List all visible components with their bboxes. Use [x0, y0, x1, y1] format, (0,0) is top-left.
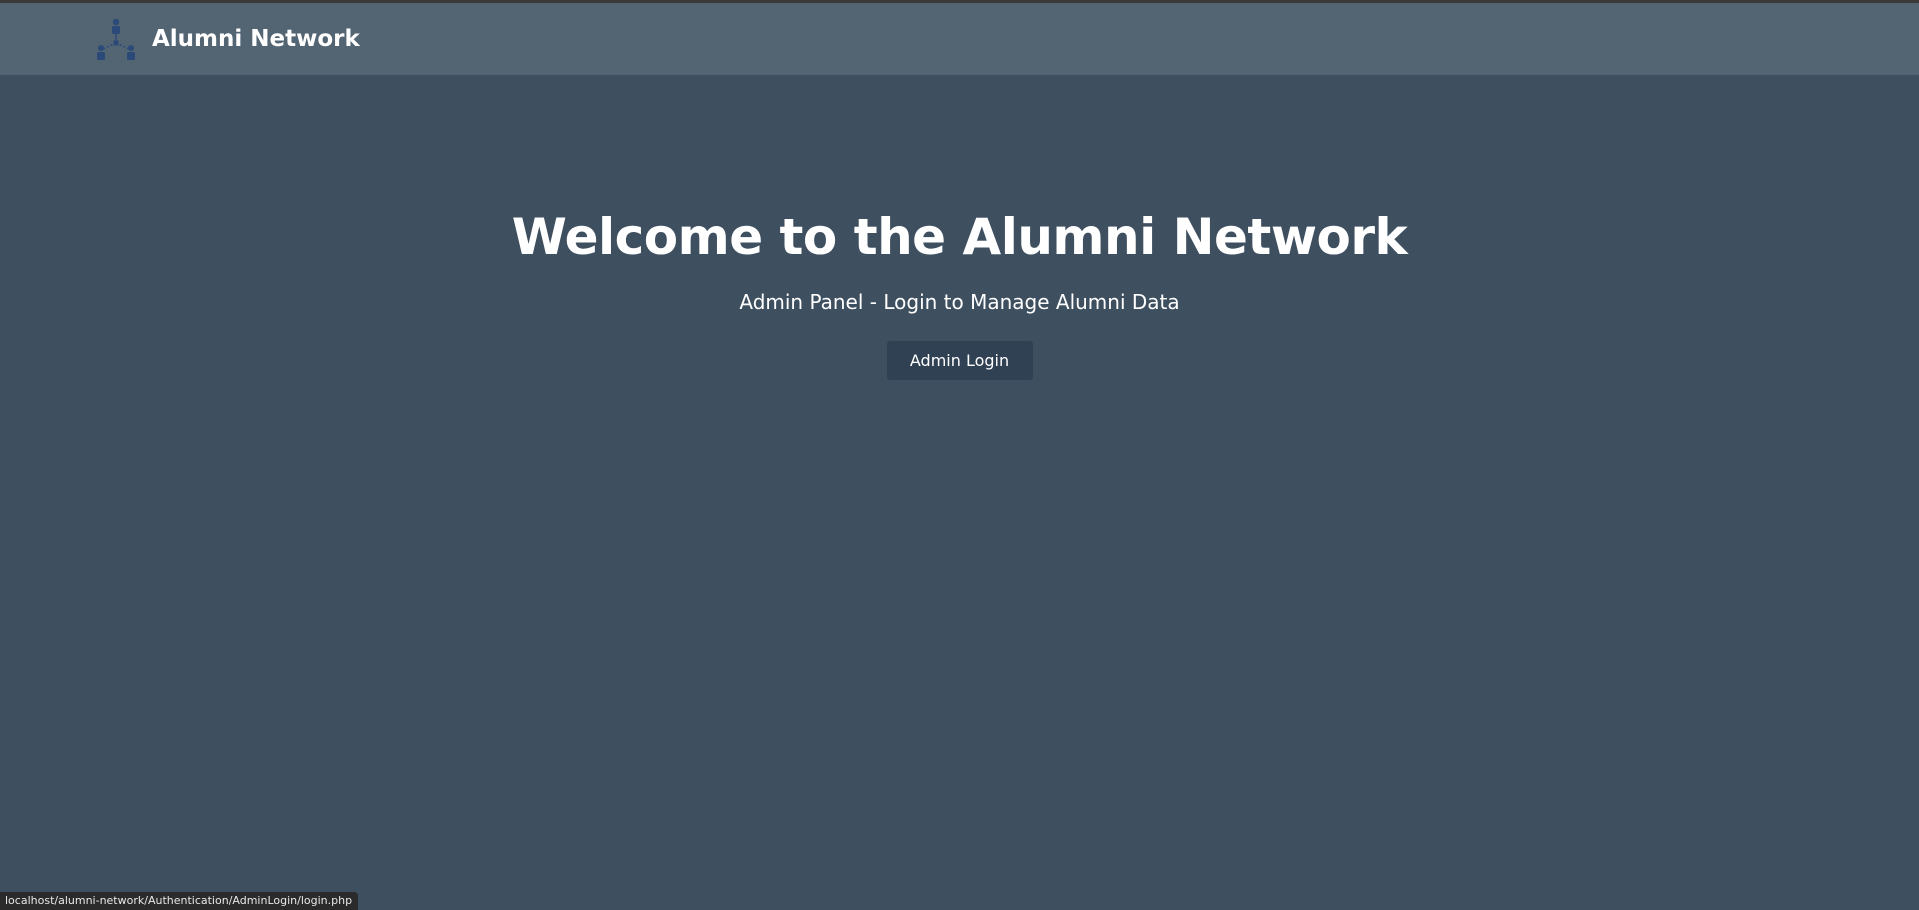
hero-section: Welcome to the Alumni Network Admin Pane… — [0, 75, 1919, 380]
browser-status-url: localhost/alumni-network/Authentication/… — [0, 892, 359, 910]
network-icon — [97, 18, 135, 60]
page-title: Welcome to the Alumni Network — [511, 208, 1408, 266]
navbar: Alumni Network — [0, 3, 1919, 75]
admin-login-button[interactable]: Admin Login — [886, 341, 1033, 380]
brand-link[interactable]: Alumni Network — [95, 17, 360, 61]
brand-name: Alumni Network — [152, 26, 360, 52]
page-subtitle: Admin Panel - Login to Manage Alumni Dat… — [739, 290, 1180, 314]
